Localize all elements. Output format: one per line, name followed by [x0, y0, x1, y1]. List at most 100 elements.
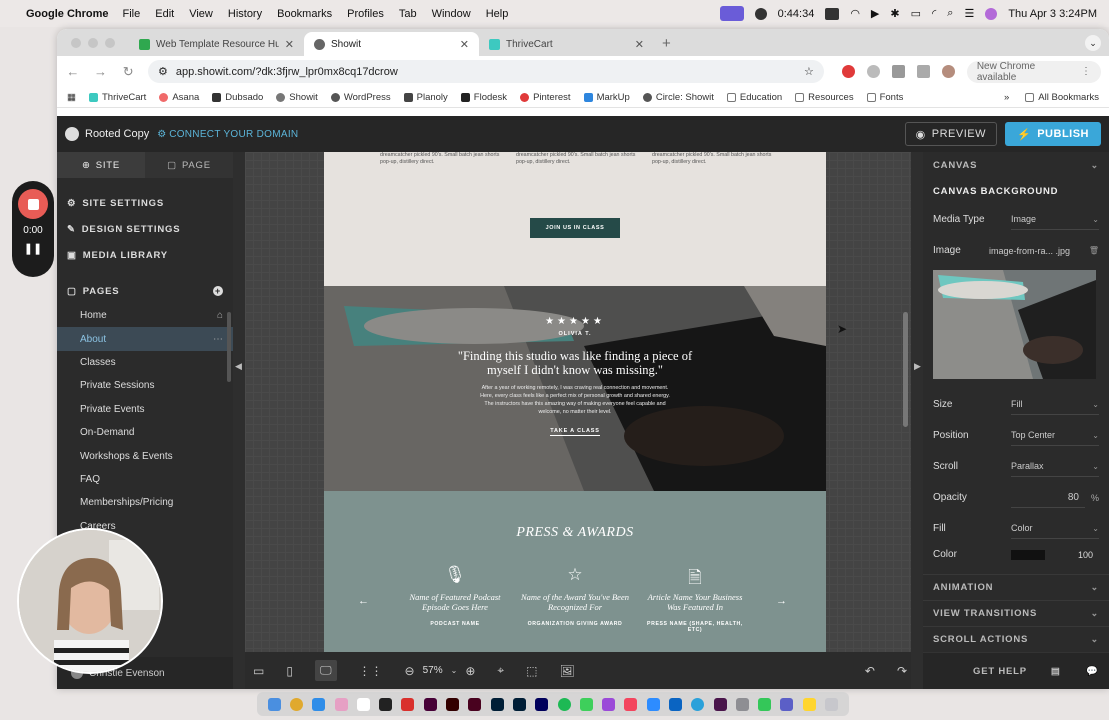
mobile-view-icon[interactable]: ▯	[286, 664, 293, 678]
size-select[interactable]: Fill ⌄	[1011, 395, 1099, 415]
premiere-icon[interactable]	[535, 697, 549, 711]
camera-extension-icon[interactable]	[866, 65, 880, 78]
publish-button[interactable]: ⚡ PUBLISH	[1005, 122, 1101, 146]
page-item-private-sessions[interactable]: Private Sessions	[57, 374, 233, 397]
profile-avatar-icon[interactable]	[941, 65, 955, 78]
zoom-app-icon[interactable]	[646, 697, 660, 711]
notion-icon[interactable]	[825, 7, 840, 20]
tab-web-template-resource-hub[interactable]: Web Template Resource Hub ✕	[129, 32, 304, 56]
siri-icon[interactable]	[985, 7, 998, 20]
tab-thrivecart[interactable]: ThriveCart ✕	[479, 32, 654, 56]
music-icon[interactable]	[624, 697, 638, 711]
zoom-value[interactable]: 57%	[423, 665, 443, 676]
tab-site[interactable]: ⊕ SITE	[57, 152, 145, 178]
search-icon[interactable]: ⌕	[947, 7, 953, 20]
indesign-icon[interactable]	[468, 697, 482, 711]
podcasts-icon[interactable]	[602, 697, 616, 711]
press-awards-section[interactable]: PRESS & AWARDS ← → 🎙 Name of Featured Po…	[324, 491, 826, 652]
page-item-home[interactable]: Home ⌂	[57, 304, 233, 327]
undo-icon[interactable]: ↶	[865, 664, 875, 678]
page-item-memberships-pricing[interactable]: Memberships/Pricing	[57, 491, 233, 514]
photoshop-icon[interactable]	[512, 697, 526, 711]
image-tool-icon[interactable]: 🖼	[559, 664, 574, 678]
resize-tool-icon[interactable]: ⬚	[526, 664, 537, 678]
reading-list-icon[interactable]	[916, 65, 930, 78]
spotify-icon[interactable]	[557, 697, 571, 711]
bookmark-pinterest[interactable]: Pinterest	[520, 92, 571, 103]
bookmark-markup[interactable]: MarkUp	[583, 92, 630, 103]
media-type-select[interactable]: Image ⌄	[1011, 210, 1099, 230]
bookmark-resources[interactable]: Resources	[795, 92, 854, 103]
align-tool-icon[interactable]: ⌖	[497, 663, 504, 678]
page-item-on-demand[interactable]: On-Demand	[57, 421, 233, 444]
facetime-icon[interactable]	[758, 697, 772, 711]
color-swatch[interactable]	[1011, 550, 1045, 560]
more-menu-icon[interactable]: ⋮	[1081, 66, 1091, 77]
forward-icon[interactable]: →	[93, 64, 109, 79]
teams-icon[interactable]	[780, 697, 794, 711]
redo-icon[interactable]: ↷	[897, 664, 907, 678]
close-tab-icon[interactable]: ✕	[285, 38, 294, 51]
lightroom-icon[interactable]	[490, 697, 504, 711]
photos-icon[interactable]	[334, 697, 348, 711]
illustrator-icon[interactable]	[446, 697, 460, 711]
chrome-icon[interactable]	[289, 697, 303, 711]
menu-view[interactable]: View	[189, 8, 213, 20]
notes-icon[interactable]: ▤	[1051, 666, 1061, 677]
screen-record-icon[interactable]	[719, 6, 744, 21]
menu-window[interactable]: Window	[432, 8, 471, 20]
apps-grid-icon[interactable]: ▦	[67, 92, 76, 103]
close-tab-icon[interactable]: ✕	[460, 38, 469, 51]
menu-help[interactable]: Help	[486, 8, 509, 20]
site-name[interactable]: Rooted Copy	[85, 128, 149, 140]
carousel-next-arrow[interactable]: →	[776, 595, 787, 607]
tab-page[interactable]: ▢ PAGE	[145, 152, 233, 178]
bookmark-showit[interactable]: Showit	[276, 92, 318, 103]
tablet-view-icon[interactable]: ▭	[253, 664, 264, 678]
minimize-window-button[interactable]	[88, 38, 98, 48]
image-filename[interactable]: image-from-ra... .jpg 🗑	[989, 241, 1099, 261]
calendar-icon[interactable]	[356, 697, 370, 711]
zoom-out-icon[interactable]: ⊖	[405, 664, 415, 678]
color-opacity-value[interactable]: 100	[1045, 550, 1099, 560]
menu-profiles[interactable]: Profiles	[347, 8, 384, 20]
notes-app-icon[interactable]	[802, 697, 816, 711]
site-info-icon[interactable]: ⚙	[158, 65, 168, 78]
app-store-icon[interactable]	[312, 697, 326, 711]
bluetooth-icon[interactable]: ✱	[890, 7, 899, 20]
design-canvas[interactable]: dreamcatcher pickled 90's. Small batch j…	[245, 152, 911, 652]
finder-icon[interactable]	[267, 697, 281, 711]
page-item-workshops-events[interactable]: Workshops & Events	[57, 444, 233, 467]
messages-icon[interactable]	[579, 697, 593, 711]
collapse-left-panel-icon[interactable]: ◀	[235, 361, 242, 372]
bookmark-star-icon[interactable]: ☆	[804, 65, 814, 78]
left-panel-scrollbar[interactable]	[227, 312, 231, 382]
carousel-prev-arrow[interactable]: ←	[358, 595, 369, 607]
bookmark-thrivecart[interactable]: ThriveCart	[88, 92, 146, 103]
menu-history[interactable]: History	[228, 8, 262, 20]
back-icon[interactable]: ←	[65, 64, 81, 79]
bookmark-fonts[interactable]: Fonts	[866, 92, 903, 103]
tab-search-icon[interactable]: ⌄	[1085, 35, 1101, 51]
scroll-actions-section[interactable]: SCROLL ACTIONS ⌄	[923, 626, 1109, 652]
desktop-view-icon[interactable]: 🖵	[314, 660, 337, 681]
reload-icon[interactable]: ↻	[120, 64, 136, 80]
maximize-window-button[interactable]	[105, 38, 115, 48]
acrobat-icon[interactable]	[401, 697, 415, 711]
animation-section[interactable]: ANIMATION ⌄	[923, 574, 1109, 600]
new-tab-button[interactable]: +	[662, 35, 671, 52]
headphones-icon[interactable]: ◠	[850, 7, 860, 20]
menu-bookmarks[interactable]: Bookmarks	[277, 8, 332, 20]
zoom-icon[interactable]	[754, 7, 767, 20]
position-select[interactable]: Top Center ⌄	[1011, 426, 1099, 446]
control-center-icon[interactable]: ☰	[964, 7, 974, 20]
close-tab-icon[interactable]: ✕	[635, 38, 644, 51]
page-item-about[interactable]: About ⋯	[57, 327, 233, 351]
bookmark-asana[interactable]: Asana	[159, 92, 199, 103]
all-bookmarks[interactable]: All Bookmarks	[1025, 92, 1099, 103]
stop-recording-button[interactable]	[18, 189, 48, 219]
menu-edit[interactable]: Edit	[155, 8, 174, 20]
showit-logo-icon[interactable]	[65, 127, 79, 141]
add-page-button[interactable]: +	[213, 286, 223, 296]
chat-icon[interactable]: 💬	[1086, 666, 1099, 677]
